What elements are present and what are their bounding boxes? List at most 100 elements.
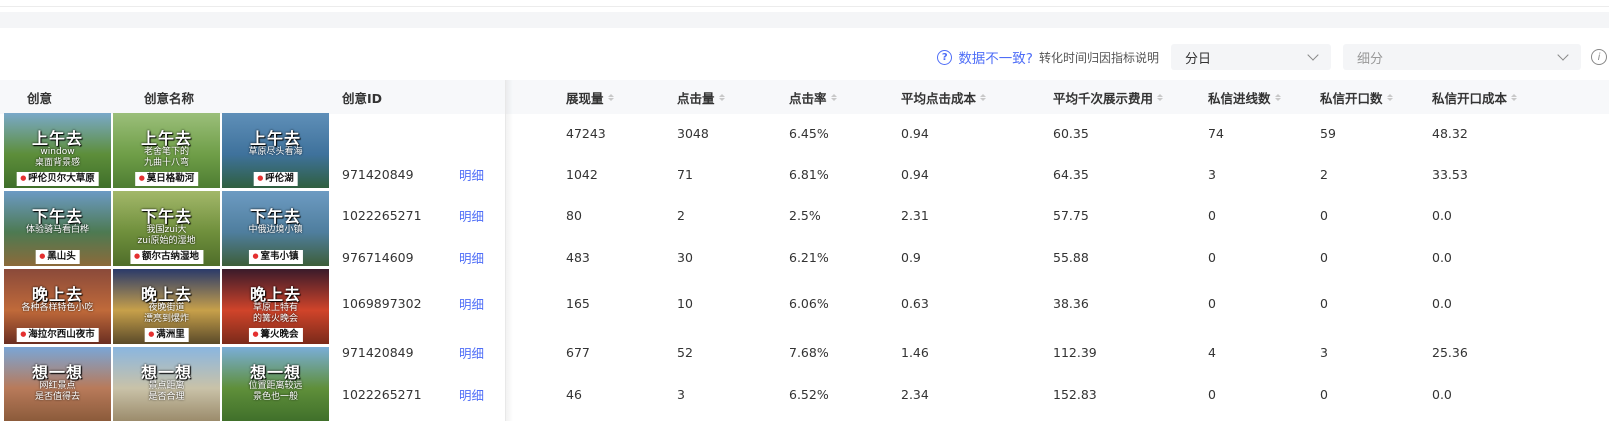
- avg-cpm-cell: 38.36: [1053, 295, 1089, 311]
- dm-leads-cell: 0: [1208, 207, 1216, 223]
- granularity-select[interactable]: 分日: [1171, 44, 1331, 70]
- detail-link[interactable]: 明细: [459, 377, 484, 411]
- impressions-cell: 483: [566, 249, 590, 265]
- thumbnail-title: 上午去: [249, 129, 301, 148]
- thumbnail-subtitle: 老舍笔下的 九曲十八弯: [143, 147, 189, 168]
- data-mismatch-link[interactable]: 数据不一致?: [958, 47, 1033, 67]
- dm-leads-cell: 74: [1208, 125, 1224, 141]
- creative-thumbnail[interactable]: 想一想 景点距离 是否合理: [113, 347, 220, 421]
- thumbnail-subtitle: 体验骑马看白桦: [25, 225, 89, 235]
- creative-id-cell: 1069897302: [342, 295, 422, 311]
- header-avg-cpm[interactable]: 平均千次展示费用: [1053, 80, 1164, 114]
- creative-thumbnail[interactable]: 想一想 网红景点 是否值得去: [4, 347, 111, 421]
- avg-cpm-cell: 152.83: [1053, 386, 1097, 402]
- detail-link[interactable]: 明细: [459, 286, 484, 320]
- breakdown-select[interactable]: 细分: [1343, 44, 1581, 70]
- sort-icon[interactable]: [1386, 93, 1393, 101]
- dm-open-cost-cell: 0.0: [1432, 386, 1452, 402]
- dm-open-cost-cell: 25.36: [1432, 344, 1468, 360]
- creative-thumbnail[interactable]: 晚上去草原上特有 的篝火晚会篝火晚会: [222, 269, 329, 344]
- creative-thumbnail[interactable]: 晚上去各种各样特色小吃海拉尔西山夜市: [4, 269, 111, 344]
- header-dm-leads[interactable]: 私信进线数: [1208, 80, 1281, 114]
- avg-cpc-cell: 1.46: [901, 344, 929, 360]
- impressions-cell: 80: [566, 207, 582, 223]
- creative-id-cell: 1022265271: [342, 386, 422, 402]
- avg-cpc-cell: 2.34: [901, 386, 929, 402]
- creative-thumbnail[interactable]: 下午去我国zui大 zui原始的湿地额尔古纳湿地: [113, 191, 220, 266]
- top-divider: [0, 0, 1609, 7]
- header-dm-opens[interactable]: 私信开口数: [1320, 80, 1393, 114]
- impressions-cell: 165: [566, 295, 590, 311]
- dm-opens-cell: 0: [1320, 295, 1328, 311]
- sort-icon[interactable]: [1157, 93, 1164, 101]
- location-pin-tag: 呼伦贝尔大草原: [16, 172, 99, 186]
- sort-icon[interactable]: [1511, 93, 1518, 101]
- creative-thumbnail[interactable]: 上午去草原尽头看海呼伦湖: [222, 113, 329, 188]
- creative-report-table: 创意 创意名称 创意ID 展现量 点击量 点击率 平均点击成本 平均千次展示费用…: [0, 80, 1609, 421]
- dm-leads-cell: 0: [1208, 249, 1216, 265]
- clicks-cell: 52: [677, 344, 693, 360]
- ctr-cell: 6.81%: [789, 166, 829, 182]
- creative-thumbnail[interactable]: 上午去window 桌面背景感呼伦贝尔大草原: [4, 113, 111, 188]
- thumbnail-title: 上午去: [31, 129, 83, 148]
- chevron-down-icon: [1557, 49, 1569, 61]
- avg-cpc-cell: 0.9: [901, 249, 921, 265]
- creative-id-cell: 1022265271: [342, 207, 422, 223]
- avg-cpm-cell: 55.88: [1053, 249, 1089, 265]
- impressions-cell: 1042: [566, 166, 598, 182]
- thumbnail-title: 晚上去: [249, 285, 301, 304]
- granularity-value: 分日: [1185, 51, 1212, 67]
- detail-link[interactable]: 明细: [459, 240, 484, 274]
- clicks-cell: 3: [677, 386, 685, 402]
- header-avg-cpc[interactable]: 平均点击成本: [901, 80, 987, 114]
- fixed-column-shadow: [505, 80, 513, 421]
- thumbnail-subtitle: 夜晚街道 漂亮到爆炸: [143, 303, 189, 324]
- avg-cpc-cell: 0.63: [901, 295, 929, 311]
- question-circle-icon[interactable]: ?: [937, 49, 953, 65]
- ctr-cell: 6.21%: [789, 249, 829, 265]
- thumbnail-title: 下午去: [249, 207, 301, 226]
- attribution-note-link[interactable]: 转化时间归因指标说明: [1039, 49, 1159, 66]
- header-dm-open-cost[interactable]: 私信开口成本: [1432, 80, 1518, 114]
- thumbnail-subtitle: 草原上特有 的篝火晚会: [252, 303, 298, 324]
- thumbnail-title: 晚上去: [140, 285, 192, 304]
- thumbnail-subtitle: 中俄边境小镇: [248, 225, 303, 235]
- sort-icon[interactable]: [830, 93, 837, 101]
- dm-opens-cell: 0: [1320, 249, 1328, 265]
- thumbnail-title: 上午去: [140, 129, 192, 148]
- dm-open-cost-cell: 0.0: [1432, 249, 1452, 265]
- sort-icon[interactable]: [1274, 93, 1281, 101]
- header-creative-name: 创意名称: [144, 90, 195, 106]
- dm-opens-cell: 0: [1320, 386, 1328, 402]
- ctr-cell: 6.52%: [789, 386, 829, 402]
- location-pin-tag: 海拉尔西山夜市: [16, 328, 99, 342]
- thumbnail-subtitle: 网红景点 是否值得去: [34, 381, 80, 402]
- info-icon[interactable]: i: [1591, 49, 1607, 65]
- creative-thumbnail[interactable]: 想一想 位置距离较远 景色也一般: [222, 347, 329, 421]
- header-impressions[interactable]: 展现量: [566, 80, 614, 114]
- creative-thumbnail[interactable]: 下午去中俄边境小镇室韦小镇: [222, 191, 329, 266]
- creative-thumbnail[interactable]: 晚上去夜晚街道 漂亮到爆炸满洲里: [113, 269, 220, 344]
- thumbnail-title: 下午去: [140, 207, 192, 226]
- detail-link[interactable]: 明细: [459, 335, 484, 369]
- creative-thumbnail[interactable]: 上午去老舍笔下的 九曲十八弯莫日格勒河: [113, 113, 220, 188]
- ctr-cell: 6.45%: [789, 125, 829, 141]
- thumbnail-subtitle: 草原尽头看海: [248, 147, 303, 157]
- ctr-cell: 7.68%: [789, 344, 829, 360]
- thumbnail-subtitle: 位置距离较远 景色也一般: [248, 381, 303, 402]
- header-clicks[interactable]: 点击量: [677, 80, 725, 114]
- detail-link[interactable]: 明细: [459, 157, 484, 191]
- ctr-cell: 6.06%: [789, 295, 829, 311]
- avg-cpm-cell: 60.35: [1053, 125, 1089, 141]
- header-ctr[interactable]: 点击率: [789, 80, 837, 114]
- clicks-cell: 2: [677, 207, 685, 223]
- location-pin-tag: 莫日格勒河: [134, 172, 199, 186]
- detail-link[interactable]: 明细: [459, 198, 484, 232]
- dm-opens-cell: 3: [1320, 344, 1328, 360]
- thumbnail-subtitle: 我国zui大 zui原始的湿地: [137, 225, 196, 246]
- creative-thumbnail[interactable]: 下午去体验骑马看白桦黑山头: [4, 191, 111, 266]
- sort-icon[interactable]: [718, 93, 725, 101]
- sort-icon[interactable]: [607, 93, 614, 101]
- sort-icon[interactable]: [980, 93, 987, 101]
- dm-leads-cell: 3: [1208, 166, 1216, 182]
